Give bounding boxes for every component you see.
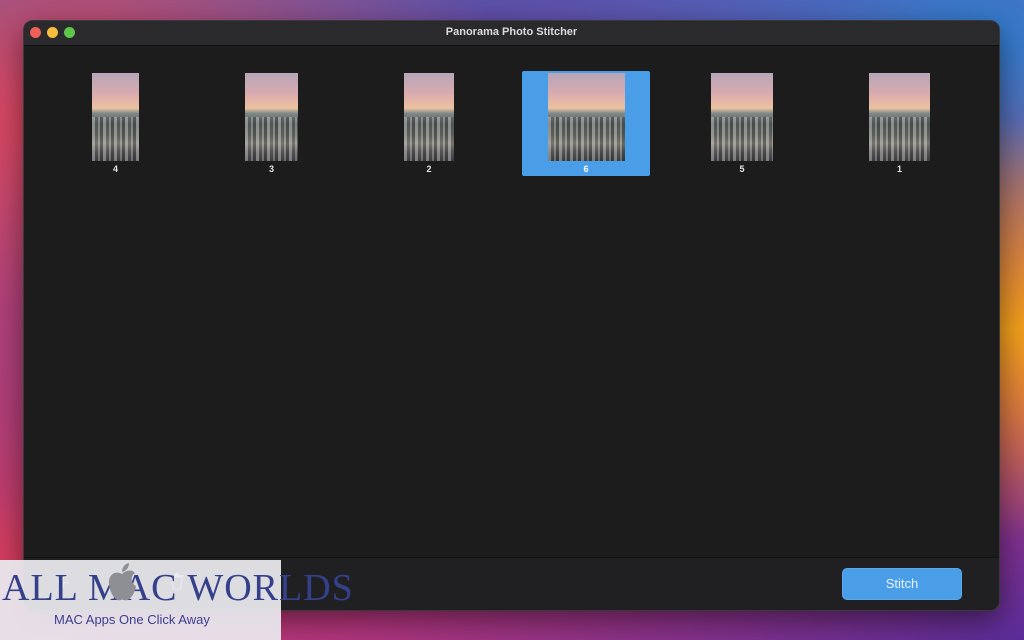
photo-order-label: 2 [426,164,432,174]
photo-order-label: 4 [112,164,118,174]
photo-order-label: 5 [739,164,745,174]
photo-order-label: 6 [583,164,589,174]
watermark-subtitle: MAC Apps One Click Away [54,612,210,627]
photo-thumbnail-selected[interactable]: 6 [522,71,650,176]
photo-order-label: 3 [268,164,274,174]
title-bar[interactable]: Panorama Photo Stitcher [24,21,999,46]
watermark-overlay: ALL MAC WORLDS MAC Apps One Click Away [0,560,353,640]
photo-image [92,73,139,161]
photo-grid: 4 3 2 6 5 1 [24,46,999,558]
app-window: Panorama Photo Stitcher 4 3 2 6 5 1 + − [23,20,1000,611]
photo-image [547,73,625,161]
photo-thumbnail[interactable]: 3 [245,73,298,174]
photo-thumbnail[interactable]: 1 [869,73,930,174]
photo-thumbnail[interactable]: 5 [711,73,773,174]
stitch-button[interactable]: Stitch [842,568,962,600]
photo-image [404,73,454,161]
photo-image [245,73,298,161]
photo-image [711,73,773,161]
photo-order-label: 1 [896,164,902,174]
apple-logo-icon [108,563,136,601]
watermark-title: ALL MAC WORLDS [2,567,354,609]
photo-thumbnail[interactable]: 2 [404,73,454,174]
photo-thumbnail[interactable]: 4 [92,73,139,174]
window-title: Panorama Photo Stitcher [445,26,578,38]
photo-image [869,73,930,161]
